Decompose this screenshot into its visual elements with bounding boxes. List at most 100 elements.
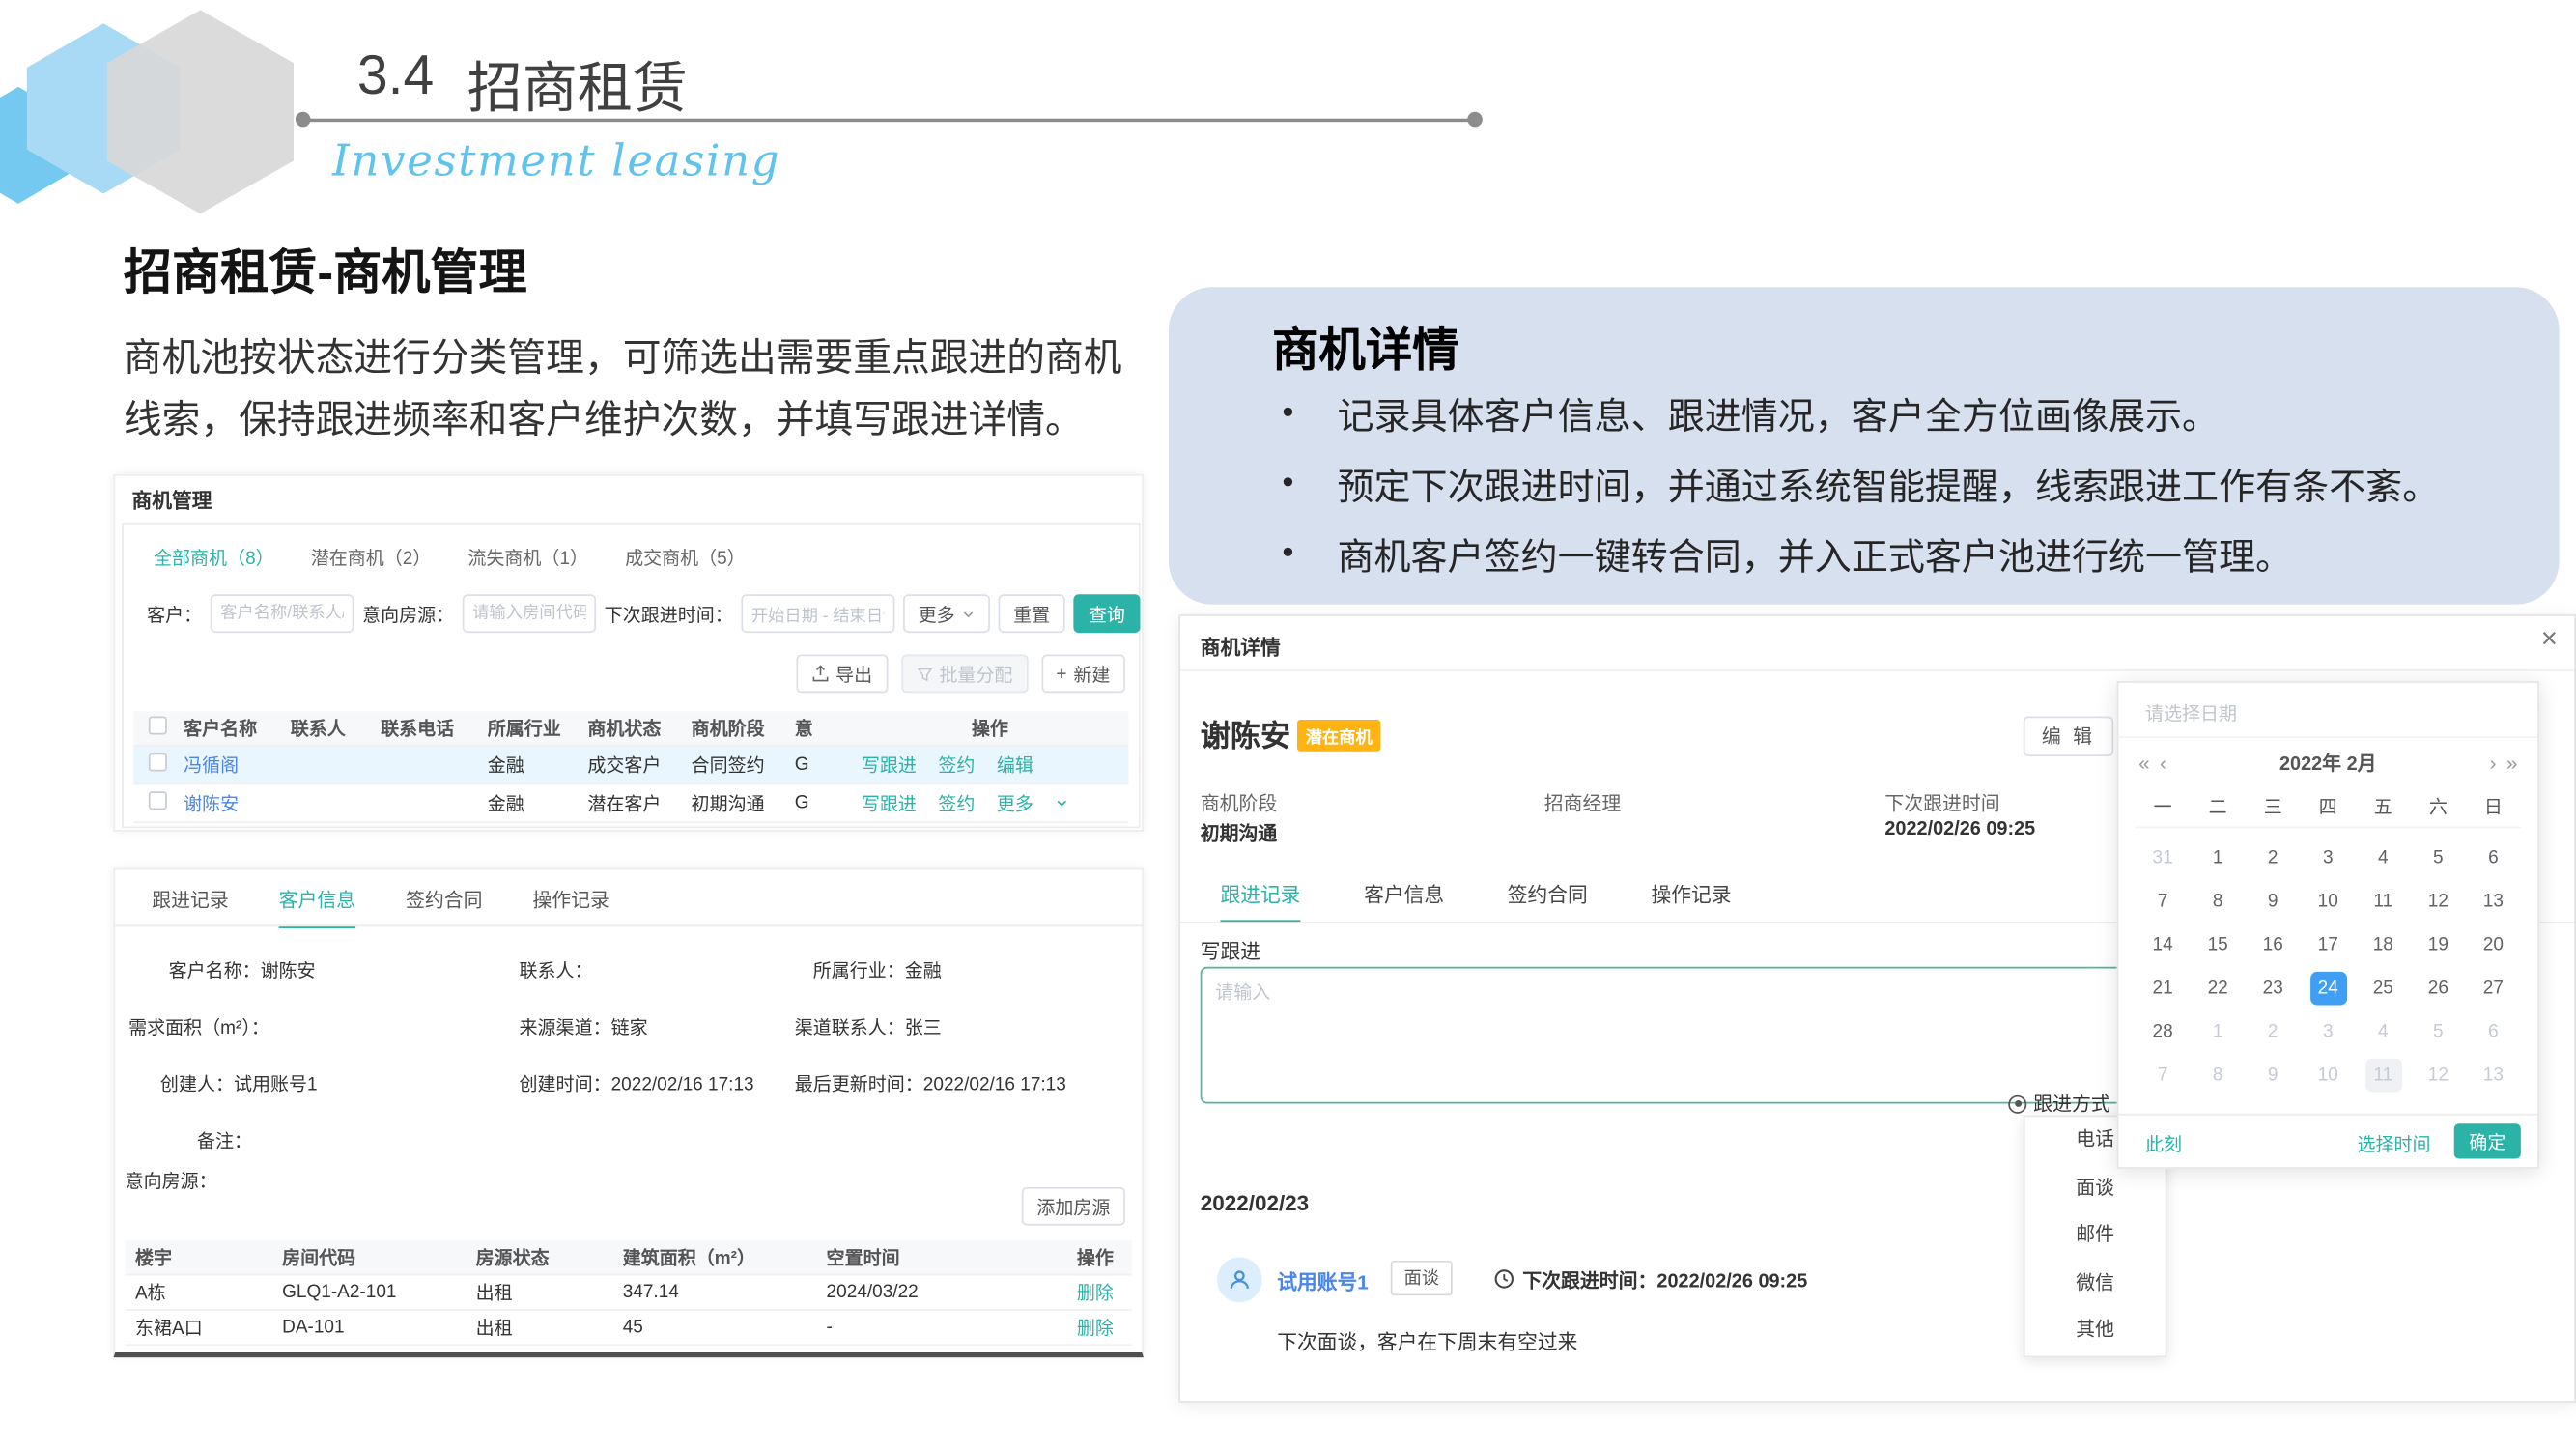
edit-label: 编 辑: [2042, 723, 2096, 750]
row-checkbox[interactable]: [149, 791, 167, 810]
delete-link[interactable]: 删除: [1077, 1279, 1132, 1306]
add-property-button[interactable]: 添加房源: [1022, 1187, 1125, 1226]
calendar-day[interactable]: 11: [2364, 1059, 2401, 1093]
calendar-day[interactable]: 22: [2191, 967, 2246, 1010]
tab-contract[interactable]: 签约合同: [406, 887, 483, 928]
tab-won-opportunities[interactable]: 成交商机（5）: [625, 544, 746, 571]
calendar-day[interactable]: 13: [2466, 1054, 2521, 1097]
calendar-day[interactable]: 7: [2136, 1054, 2191, 1097]
edit-button[interactable]: 编 辑: [2024, 716, 2114, 755]
prev-month-button[interactable]: ‹: [2160, 752, 2166, 775]
new-button[interactable]: + 新建: [1041, 655, 1125, 694]
calendar-day[interactable]: 6: [2466, 1010, 2521, 1054]
calendar-day[interactable]: 6: [2466, 837, 2521, 880]
calendar-day[interactable]: 25: [2356, 967, 2411, 1010]
prev-year-button[interactable]: «: [2138, 752, 2150, 775]
tab-follow-records[interactable]: 跟进记录: [1220, 880, 1300, 923]
calendar-day[interactable]: 3: [2301, 1010, 2356, 1054]
calendar-day[interactable]: 15: [2191, 923, 2246, 967]
follow-method-option[interactable]: 面谈: [2025, 1165, 2166, 1212]
calendar-day[interactable]: 12: [2411, 880, 2466, 923]
calendar-day[interactable]: 31: [2136, 837, 2191, 880]
search-button[interactable]: 查询: [1073, 594, 1140, 633]
tab-operation-log[interactable]: 操作记录: [532, 887, 609, 928]
follow-method-option[interactable]: 其他: [2025, 1307, 2166, 1354]
cell-status: 潜在客户: [587, 790, 691, 817]
calendar-day[interactable]: 8: [2191, 880, 2246, 923]
tab-customer-info[interactable]: 客户信息: [279, 887, 356, 928]
calendar-day[interactable]: 14: [2136, 923, 2191, 967]
tab-potential-opportunities[interactable]: 潜在商机（2）: [311, 544, 432, 571]
calendar-day[interactable]: 12: [2411, 1054, 2466, 1097]
now-link[interactable]: 此刻: [2145, 1130, 2182, 1157]
calendar-day[interactable]: 17: [2301, 923, 2356, 967]
customer-name-link[interactable]: 谢陈安: [184, 790, 291, 817]
property-filter-input[interactable]: [463, 594, 596, 633]
calendar-day[interactable]: 4: [2356, 1010, 2411, 1054]
select-all-checkbox[interactable]: [149, 716, 167, 734]
sign-link[interactable]: 签约: [938, 752, 975, 779]
select-time-link[interactable]: 选择时间: [2358, 1130, 2431, 1157]
calendar-day[interactable]: 2: [2246, 837, 2301, 880]
calendar-day[interactable]: 10: [2301, 1054, 2356, 1097]
customer-name-link[interactable]: 冯循阁: [184, 752, 291, 779]
delete-link[interactable]: 删除: [1077, 1314, 1132, 1341]
radio-icon[interactable]: [2008, 1094, 2026, 1113]
calendar-day[interactable]: 1: [2191, 1010, 2246, 1054]
calendar-day[interactable]: 1: [2191, 837, 2246, 880]
calendar-day[interactable]: 4: [2356, 837, 2411, 880]
date-range-input[interactable]: 开始日期 - 结束日: [741, 594, 894, 633]
write-follow-link[interactable]: 写跟进: [862, 790, 917, 817]
calendar-weekday: 五: [2356, 793, 2411, 820]
calendar-day[interactable]: 9: [2246, 1054, 2301, 1097]
follow-method-option[interactable]: 邮件: [2025, 1212, 2166, 1260]
table-row[interactable]: 谢陈安 金融 潜在客户 初期沟通 G 写跟进 签约 更多: [133, 784, 1128, 823]
date-input-placeholder[interactable]: 请选择日期: [2145, 699, 2237, 726]
calendar-day[interactable]: 3: [2301, 837, 2356, 880]
calendar-day[interactable]: 21: [2136, 967, 2191, 1010]
calendar-day[interactable]: 23: [2246, 967, 2301, 1010]
calendar-day[interactable]: 20: [2466, 923, 2521, 967]
next-month-button[interactable]: ›: [2490, 752, 2497, 775]
calendar-day[interactable]: 24: [2309, 972, 2346, 1006]
calendar-day[interactable]: 28: [2136, 1010, 2191, 1054]
tab-all-opportunities[interactable]: 全部商机（8）: [154, 544, 274, 571]
table-row[interactable]: 冯循阁 金融 成交客户 合同签约 G 写跟进 签约 编辑: [133, 747, 1128, 785]
tab-customer-info[interactable]: 客户信息: [1364, 880, 1444, 923]
calendar-day[interactable]: 26: [2411, 967, 2466, 1010]
calendar-day[interactable]: 2: [2246, 1010, 2301, 1054]
more-actions-link[interactable]: 更多: [997, 790, 1033, 817]
close-icon[interactable]: ×: [2541, 623, 2558, 657]
calendar-day[interactable]: 27: [2466, 967, 2521, 1010]
calendar-day[interactable]: 13: [2466, 880, 2521, 923]
calendar-day[interactable]: 9: [2246, 880, 2301, 923]
customer-filter-input[interactable]: [211, 594, 354, 633]
property-row[interactable]: A栋 GLQ1-A2-101 出租 347.14 2024/03/22 删除: [126, 1275, 1132, 1310]
tab-operation-log[interactable]: 操作记录: [1651, 880, 1731, 923]
tab-follow-records[interactable]: 跟进记录: [152, 887, 229, 928]
tab-contract[interactable]: 签约合同: [1508, 880, 1588, 923]
follow-method-option[interactable]: 微信: [2025, 1260, 2166, 1307]
calendar-day[interactable]: 7: [2136, 880, 2191, 923]
calendar-day[interactable]: 19: [2411, 923, 2466, 967]
property-row[interactable]: 东裙A口 DA-101 出租 45 - 删除: [126, 1311, 1132, 1346]
write-follow-link[interactable]: 写跟进: [862, 752, 917, 779]
calendar-day[interactable]: 11: [2356, 880, 2411, 923]
reset-button[interactable]: 重置: [999, 594, 1065, 633]
tab-lost-opportunities[interactable]: 流失商机（1）: [467, 544, 588, 571]
calendar-day[interactable]: 18: [2356, 923, 2411, 967]
batch-assign-button[interactable]: 批量分配: [901, 655, 1028, 694]
row-checkbox[interactable]: [149, 753, 167, 772]
sign-link[interactable]: 签约: [938, 790, 975, 817]
calendar-day[interactable]: 5: [2411, 837, 2466, 880]
next-year-button[interactable]: »: [2506, 752, 2518, 775]
record-user-link[interactable]: 试用账号1: [1277, 1267, 1369, 1295]
export-button[interactable]: 导出: [796, 655, 888, 694]
calendar-day[interactable]: 8: [2191, 1054, 2246, 1097]
more-filters-button[interactable]: 更多: [903, 594, 990, 633]
confirm-button[interactable]: 确定: [2454, 1123, 2521, 1158]
calendar-day[interactable]: 5: [2411, 1010, 2466, 1054]
edit-link[interactable]: 编辑: [997, 752, 1033, 779]
calendar-day[interactable]: 16: [2246, 923, 2301, 967]
calendar-day[interactable]: 10: [2301, 880, 2356, 923]
